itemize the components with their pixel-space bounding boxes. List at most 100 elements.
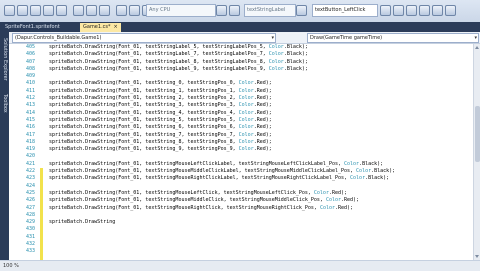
code-line[interactable]: spriteBatch.DrawString(Font_01, textStri… (49, 117, 473, 124)
line-number: 416 (25, 124, 35, 131)
start-page-icon[interactable] (432, 5, 443, 16)
member-dropdown[interactable]: Draw(GameTime gameTime) ▾ (307, 33, 479, 43)
code-line[interactable]: spriteBatch.DrawString(Font_01, textStri… (49, 110, 473, 117)
code-line[interactable]: spriteBatch.DrawString(Font_01, textStri… (49, 175, 473, 182)
tab-spritefont[interactable]: SpriteFont1.spritefont (2, 23, 63, 32)
search-field[interactable]: textButton_LeftClick (312, 4, 378, 17)
code-line[interactable]: spriteBatch.DrawString(Font_01, textStri… (49, 168, 473, 175)
redo-icon[interactable] (129, 5, 140, 16)
line-number: 421 (25, 160, 35, 167)
line-number: 409 (25, 73, 35, 80)
line-number: 408 (25, 65, 35, 72)
line-number: 430 (25, 226, 35, 233)
open-file-icon[interactable] (30, 5, 41, 16)
scroll-thumb[interactable] (475, 106, 480, 162)
copy-icon[interactable] (86, 5, 97, 16)
code-line[interactable]: spriteBatch.DrawString(Font_01, textStri… (49, 102, 473, 109)
code-area[interactable]: spriteBatch.DrawString(Font_01, textStri… (49, 44, 473, 260)
paste-icon[interactable] (99, 5, 110, 16)
code-line[interactable]: spriteBatch.DrawString(Font_01, textStri… (49, 59, 473, 66)
type-dropdown[interactable]: (Dapur.Controls_Buildable.Game1) ▾ (12, 33, 276, 43)
save-all-icon[interactable] (56, 5, 67, 16)
line-number: 420 (25, 153, 35, 160)
tab-toolbox[interactable]: Toolbox (1, 94, 8, 113)
line-number: 423 (25, 175, 35, 182)
scroll-up-icon[interactable] (475, 46, 479, 49)
code-line[interactable]: spriteBatch.DrawString(Font_01, textStri… (49, 80, 473, 87)
code-line[interactable]: spriteBatch.DrawString(Font_01, textStri… (49, 95, 473, 102)
code-line[interactable]: spriteBatch.DrawString(Font_01, textStri… (49, 88, 473, 95)
code-line[interactable] (49, 212, 473, 219)
tab-game1[interactable]: Game1.cs* × (80, 23, 121, 32)
line-numbers: 405 406 407 408 409 410 411 412 413 414 415 416 417 4… (9, 44, 37, 260)
code-line[interactable]: spriteBatch.DrawString(Font_01, textStri… (49, 44, 473, 51)
code-line[interactable]: spriteBatch.DrawString(Font_01, textStri… (49, 51, 473, 58)
code-line[interactable]: spriteBatch.DrawString(Font_01, textStri… (49, 139, 473, 146)
line-number: 417 (25, 131, 35, 138)
code-line[interactable] (49, 183, 473, 190)
code-line[interactable]: spriteBatch.DrawString(Font_01, textStri… (49, 205, 473, 212)
toolbox-icon[interactable] (419, 5, 430, 16)
extension-icon[interactable] (445, 5, 456, 16)
save-icon[interactable] (43, 5, 54, 16)
line-number: 432 (25, 241, 35, 248)
line-number: 406 (25, 51, 35, 58)
zoom-level[interactable]: 100 % (3, 262, 19, 270)
line-number: 411 (25, 87, 35, 94)
code-line[interactable] (49, 153, 473, 160)
code-line[interactable]: spriteBatch.DrawString (49, 219, 473, 226)
tab-solution-explorer[interactable]: Solution Explorer (1, 38, 8, 81)
line-number: 413 (25, 102, 35, 109)
line-number: 428 (25, 211, 35, 218)
new-project-icon[interactable] (4, 5, 15, 16)
editor-bottom-bar: 100 % (0, 260, 480, 271)
code-line[interactable] (49, 226, 473, 233)
code-editor[interactable]: 405 406 407 408 409 410 411 412 413 414 415 416 417 4… (9, 44, 473, 260)
code-line[interactable]: spriteBatch.DrawString(Font_01, textStri… (49, 197, 473, 204)
add-item-icon[interactable] (17, 5, 28, 16)
code-line[interactable]: spriteBatch.DrawString(Font_01, textStri… (49, 124, 473, 131)
type-dropdown-value: (Dapur.Controls_Buildable.Game1) (15, 35, 102, 41)
line-number: 424 (25, 182, 35, 189)
left-tool-strip: Solution Explorer Toolbox (0, 32, 9, 270)
platform-icon[interactable] (216, 5, 227, 16)
find-next-icon[interactable] (296, 5, 307, 16)
code-line[interactable]: spriteBatch.DrawString(Font_01, textStri… (49, 190, 473, 197)
line-number: 414 (25, 109, 35, 116)
line-number: 425 (25, 189, 35, 196)
object-browser-icon[interactable] (406, 5, 417, 16)
scroll-down-icon[interactable] (475, 255, 479, 258)
cut-icon[interactable] (73, 5, 84, 16)
code-line[interactable] (49, 234, 473, 241)
line-number: 419 (25, 146, 35, 153)
line-number: 407 (25, 58, 35, 65)
code-line[interactable] (49, 73, 473, 80)
code-line[interactable]: spriteBatch.DrawString(Font_01, textStri… (49, 66, 473, 73)
code-line[interactable]: spriteBatch.DrawString(Font_01, textStri… (49, 161, 473, 168)
member-dropdown-value: Draw(GameTime gameTime) (310, 35, 383, 41)
close-icon[interactable]: × (114, 24, 118, 30)
line-number: 431 (25, 233, 35, 240)
navigation-bar: (Dapur.Controls_Buildable.Game1) ▾ Draw(… (9, 32, 480, 44)
vertical-scrollbar[interactable] (473, 44, 480, 260)
toolbar: Any CPU textStringLabel textButton_LeftC… (0, 0, 480, 23)
code-line[interactable]: spriteBatch.DrawString(Font_01, textStri… (49, 132, 473, 139)
change-marker (40, 168, 43, 260)
properties-icon[interactable] (393, 5, 404, 16)
find-combo[interactable]: textStringLabel (244, 4, 296, 17)
solution-explorer-icon[interactable] (380, 5, 391, 16)
line-number: 433 (25, 248, 35, 255)
line-number: 412 (25, 95, 35, 102)
line-number: 426 (25, 197, 35, 204)
code-line[interactable] (49, 241, 473, 248)
line-number: 405 (25, 44, 35, 50)
document-tabs: SpriteFont1.spritefont Game1.cs* × (0, 22, 480, 32)
solution-config-dropdown[interactable]: Any CPU (146, 4, 216, 17)
chevron-down-icon: ▾ (271, 35, 274, 41)
code-line[interactable] (49, 248, 473, 255)
tab-label: SpriteFont1.spritefont (5, 24, 60, 30)
undo-icon[interactable] (116, 5, 127, 16)
line-number: 422 (25, 168, 35, 175)
code-line[interactable]: spriteBatch.DrawString(Font_01, textStri… (49, 146, 473, 153)
find-icon[interactable] (229, 5, 240, 16)
